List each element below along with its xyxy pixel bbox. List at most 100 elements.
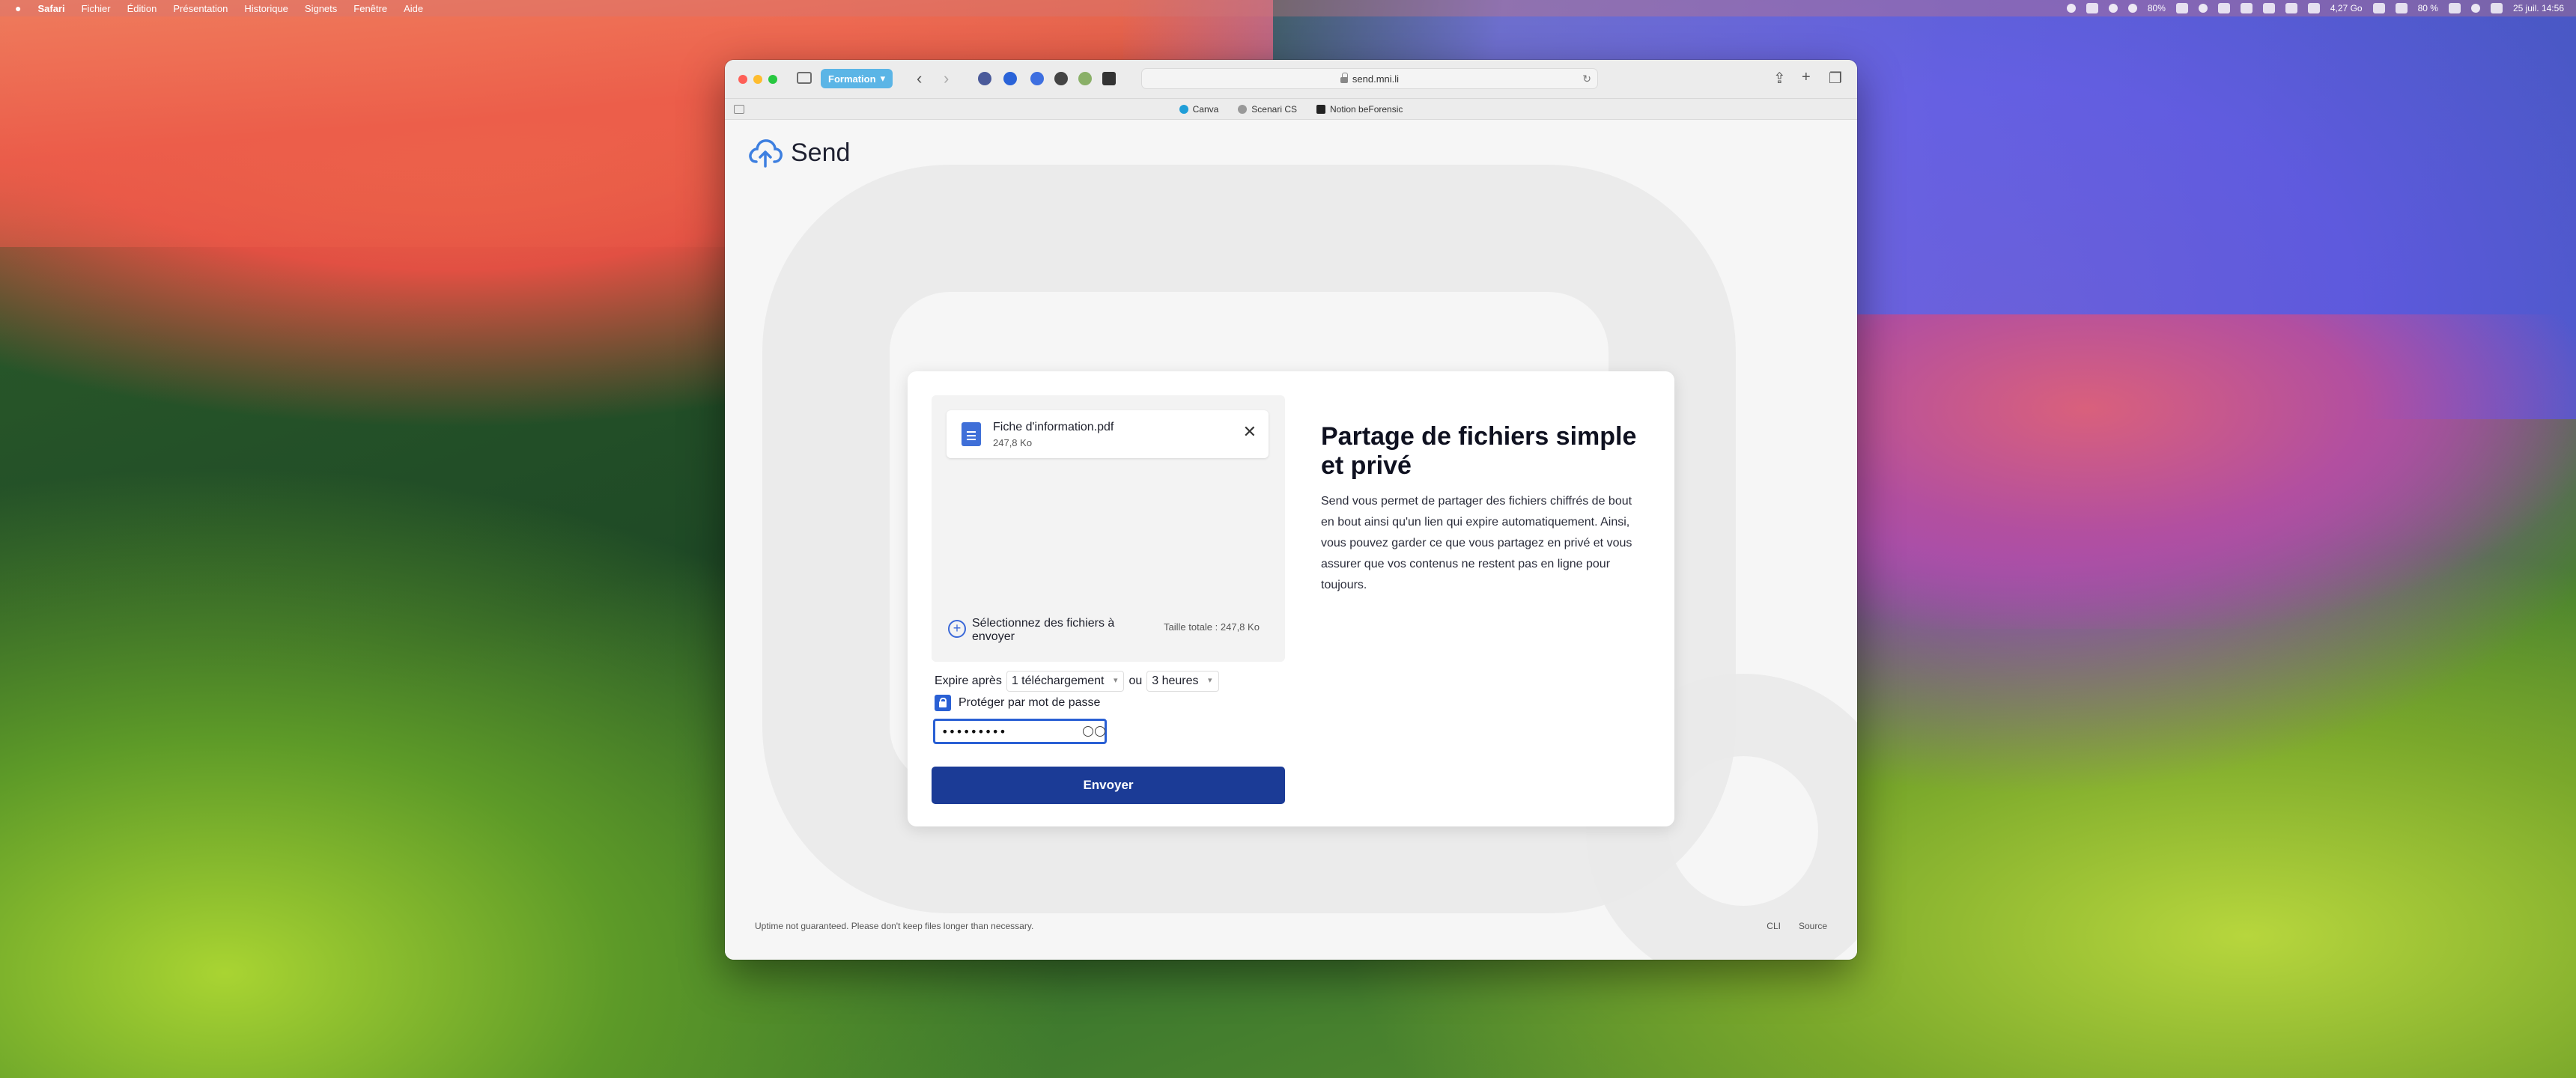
sidebar-toggle-icon[interactable] [797, 72, 812, 84]
menu-fenetre[interactable]: Fenêtre [353, 3, 387, 14]
time-select-value: 3 heures [1152, 674, 1199, 687]
canva-icon [1179, 104, 1188, 114]
maximize-window-button[interactable] [768, 75, 777, 84]
clock[interactable]: 25 juil. 14:56 [2513, 3, 2564, 13]
cloud-upload-icon [749, 139, 783, 168]
footer-link-source[interactable]: Source [1799, 921, 1827, 931]
tray-app-icon-5[interactable] [2307, 3, 2320, 13]
key-icon[interactable] [1083, 726, 1093, 737]
extension-icon-4[interactable] [1054, 72, 1068, 85]
wifi-icon[interactable] [2470, 4, 2480, 13]
extension-icon-3[interactable] [1030, 72, 1044, 85]
lock-icon [1340, 73, 1348, 83]
file-name: Fiche d'information.pdf [993, 421, 1114, 433]
intro-text: Send vous permet de partager des fichier… [1321, 495, 1632, 591]
document-icon [962, 422, 981, 446]
time-select[interactable]: 3 heures ▾ [1146, 671, 1219, 692]
back-arrow-icon[interactable]: ‹ [917, 69, 922, 88]
send-page: Send Fiche d'information.pdf 247,8 Ko ✕ … [725, 120, 1857, 960]
battery-status[interactable]: 80 % [2418, 3, 2438, 13]
focus-icon[interactable] [2127, 4, 2137, 13]
footer-link-cli[interactable]: CLI [1767, 921, 1781, 931]
apple-menu-icon[interactable]: ● [15, 2, 21, 14]
reload-icon[interactable]: ↻ [1582, 73, 1591, 85]
menu-historique[interactable]: Historique [244, 3, 288, 14]
bookmark-canva[interactable]: Canva [1179, 103, 1219, 115]
cpu-status[interactable]: 80% [2148, 3, 2166, 13]
send-logo[interactable]: Send [747, 136, 850, 169]
tray-app-icon-4[interactable] [2285, 3, 2297, 13]
bookmark-label: Scenari CS [1251, 103, 1297, 115]
battery-icon[interactable] [2448, 3, 2461, 13]
tray-app-icon[interactable] [2086, 3, 2098, 13]
tab-group-label: Formation [828, 73, 876, 85]
menu-fichier[interactable]: Fichier [82, 3, 111, 14]
extension-icon-6[interactable] [1102, 72, 1116, 85]
address-url: send.mni.li [1352, 73, 1400, 85]
chevron-down-icon: ▾ [1113, 676, 1118, 685]
bookmark-notion[interactable]: Notion beForensic [1316, 104, 1403, 115]
expire-label: Expire après [935, 674, 1002, 687]
password-manager-icons [1083, 726, 1105, 737]
wallpaper-pink [1760, 314, 2576, 629]
tab-group-selector[interactable]: Formation ▾ [821, 69, 893, 88]
password-option: Protéger par mot de passe [935, 695, 1100, 711]
footer-links: CLI Source [1767, 921, 1827, 931]
upload-card: Fiche d'information.pdf 247,8 Ko ✕ + Sél… [908, 371, 1674, 826]
extension-icon-2[interactable] [1003, 72, 1017, 85]
tray-app-icon-2[interactable] [2217, 3, 2230, 13]
cloud-icon[interactable] [2262, 3, 2275, 13]
password-checkbox[interactable] [935, 695, 951, 711]
status-tray: 80% 4,27 Go 80 % 25 juil. 14:56 [2066, 3, 2564, 13]
bookmarks-sidebar-icon[interactable] [734, 105, 744, 114]
bookmark-label: Notion beForensic [1330, 103, 1403, 115]
close-icon[interactable]: ✕ [1243, 424, 1257, 440]
add-files-button[interactable]: + Sélectionnez des fichiers à envoyer [948, 617, 1137, 643]
menu-presentation[interactable]: Présentation [173, 3, 228, 14]
close-window-button[interactable] [738, 75, 747, 84]
downloads-select-value: 1 téléchargement [1011, 674, 1105, 687]
tab-overview-icon[interactable]: ❐ [1829, 69, 1842, 88]
record-icon[interactable] [2108, 4, 2118, 13]
password-manager-icon[interactable] [1095, 726, 1105, 737]
minimize-window-button[interactable] [753, 75, 762, 84]
plus-circle-icon: + [948, 620, 966, 638]
chatgpt-icon[interactable] [2198, 4, 2208, 13]
spotlight-icon[interactable] [2066, 4, 2076, 13]
menu-app-name[interactable]: Safari [37, 3, 64, 14]
logo-text: Send [791, 138, 851, 167]
address-bar[interactable]: send.mni.li ↻ [1141, 68, 1598, 89]
memory-status[interactable]: 4,27 Go [2330, 3, 2363, 13]
tray-app-icon-6[interactable] [2372, 3, 2385, 13]
bookmark-label: Canva [1192, 103, 1219, 115]
fan-icon[interactable] [2175, 3, 2188, 13]
or-label: ou [1128, 674, 1143, 687]
password-input[interactable] [933, 719, 1107, 744]
menu-bar: ● Safari Fichier Édition Présentation Hi… [0, 0, 2576, 16]
add-files-label: Sélectionnez des fichiers à envoyer [972, 617, 1115, 643]
expiry-options: Expire après 1 téléchargement ▾ ou 3 heu… [935, 671, 1219, 692]
menu-edition[interactable]: Édition [127, 3, 157, 14]
password-label: Protéger par mot de passe [959, 696, 1101, 709]
file-drop-area[interactable]: Fiche d'information.pdf 247,8 Ko ✕ + Sél… [932, 395, 1285, 662]
chevron-down-icon: ▾ [1208, 676, 1212, 685]
tray-app-icon-3[interactable] [2240, 3, 2253, 13]
display-icon[interactable] [2395, 3, 2408, 13]
extension-icon-1[interactable] [978, 72, 991, 85]
new-tab-icon[interactable]: + [1802, 69, 1811, 86]
share-icon[interactable]: ⇪ [1773, 69, 1786, 88]
menu-aide[interactable]: Aide [404, 3, 423, 14]
forward-arrow-icon[interactable]: › [944, 69, 949, 88]
menu-signets[interactable]: Signets [305, 3, 337, 14]
send-button[interactable]: Envoyer [932, 767, 1285, 804]
control-center-icon[interactable] [2490, 3, 2503, 13]
file-size: 247,8 Ko [993, 437, 1033, 448]
globe-icon [1238, 104, 1248, 114]
total-size: Taille totale : 247,8 Ko [1164, 621, 1260, 633]
extension-icon-5[interactable] [1078, 72, 1092, 85]
bookmark-scenari[interactable]: Scenari CS [1238, 104, 1297, 115]
bookmarks-bar: Canva Scenari CS Notion beForensic [725, 99, 1857, 120]
browser-toolbar: Formation ▾ ‹ › send.mni.li ↻ ⇪ + ❐ [725, 60, 1857, 99]
downloads-select[interactable]: 1 téléchargement ▾ [1006, 671, 1125, 692]
footer-note: Uptime not guaranteed. Please don't keep… [755, 921, 1034, 931]
